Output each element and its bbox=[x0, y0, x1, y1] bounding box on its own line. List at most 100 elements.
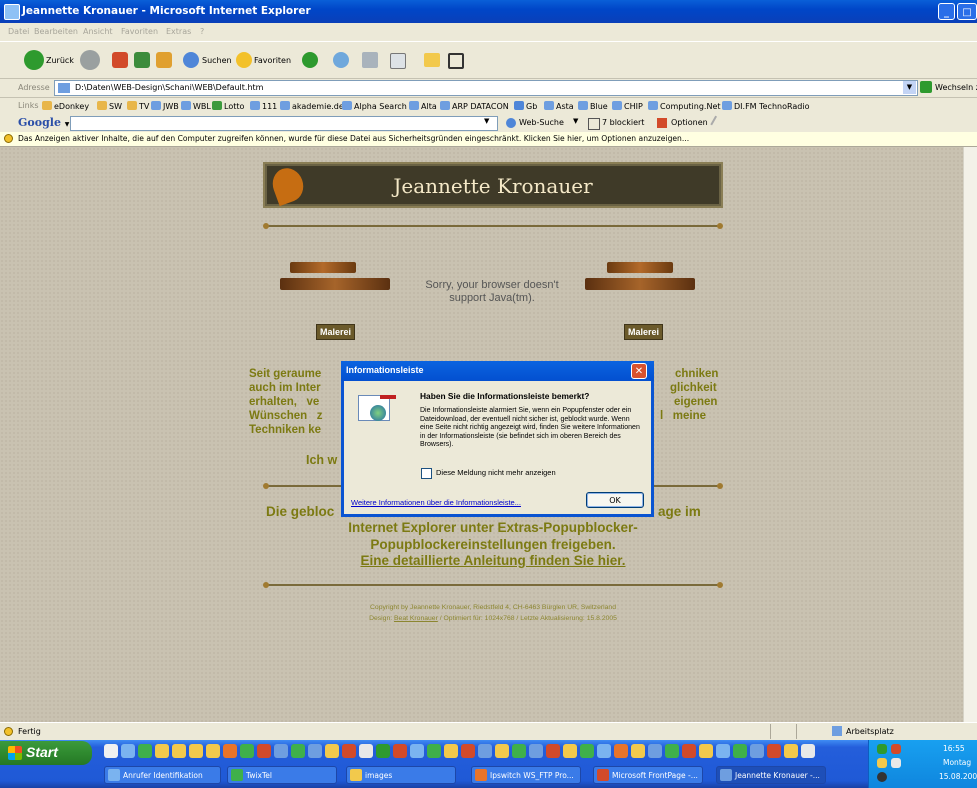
menu-datei[interactable]: Datei bbox=[8, 27, 29, 36]
menu-extras[interactable]: Extras bbox=[166, 27, 191, 36]
quick-launch-icon-2[interactable] bbox=[121, 744, 135, 758]
quick-launch-icon-8[interactable] bbox=[223, 744, 237, 758]
menu-favoriten[interactable]: Favoriten bbox=[121, 27, 158, 36]
quick-launch-icon-26[interactable] bbox=[529, 744, 543, 758]
dont-show-again-checkbox[interactable] bbox=[421, 468, 432, 479]
window-title-bar[interactable]: Jeannette Kronauer - Microsoft Internet … bbox=[0, 0, 977, 23]
minimize-button[interactable]: _ bbox=[938, 3, 955, 20]
quick-launch-icon-27[interactable] bbox=[546, 744, 560, 758]
quick-launch-icon-31[interactable] bbox=[614, 744, 628, 758]
quick-launch-icon-25[interactable] bbox=[512, 744, 526, 758]
history-icon[interactable] bbox=[302, 52, 318, 68]
quick-launch-icon-12[interactable] bbox=[291, 744, 305, 758]
quick-launch-icon-23[interactable] bbox=[478, 744, 492, 758]
link-alpha-search[interactable]: Alpha Search bbox=[342, 101, 407, 111]
quick-launch-icon-29[interactable] bbox=[580, 744, 594, 758]
quick-launch-icon-38[interactable] bbox=[733, 744, 747, 758]
forward-arrow-icon[interactable] bbox=[80, 50, 100, 70]
link-asta[interactable]: Asta bbox=[544, 101, 574, 111]
link-computing-net[interactable]: Computing.Net bbox=[648, 101, 721, 111]
link-sw[interactable]: SW bbox=[97, 101, 122, 111]
link-gb[interactable]: Gb bbox=[514, 101, 537, 111]
google-logo[interactable]: Google ▼ bbox=[18, 116, 69, 129]
taskbar-item-frontpage[interactable]: Microsoft FrontPage -... bbox=[593, 766, 703, 784]
link-blue[interactable]: Blue bbox=[578, 101, 608, 111]
link-akademie[interactable]: akademie.de bbox=[280, 101, 344, 111]
pen-icon[interactable] bbox=[710, 115, 726, 131]
web-search-button[interactable]: Web-Suche bbox=[519, 118, 564, 127]
quick-launch-icon-21[interactable] bbox=[444, 744, 458, 758]
quick-launch-icon-9[interactable] bbox=[240, 744, 254, 758]
malerei-button-left[interactable]: Malerei bbox=[316, 324, 356, 340]
quick-launch-icon-14[interactable] bbox=[325, 744, 339, 758]
quick-launch-icon-7[interactable] bbox=[206, 744, 220, 758]
link-difm[interactable]: DI.FM TechnoRadio bbox=[722, 101, 809, 111]
quick-launch-icon-16[interactable] bbox=[359, 744, 373, 758]
quick-launch-icon-30[interactable] bbox=[597, 744, 611, 758]
taskbar-item-images[interactable]: images bbox=[346, 766, 456, 784]
tray-icon-1[interactable] bbox=[877, 744, 887, 754]
dialog-title-bar[interactable]: Informationsleiste ✕ bbox=[341, 361, 654, 381]
tray-icon-3[interactable] bbox=[877, 758, 887, 768]
messenger-icon[interactable] bbox=[448, 53, 464, 69]
back-button-label[interactable]: Zurück bbox=[46, 56, 74, 65]
print-icon[interactable] bbox=[362, 52, 378, 68]
tray-icon-4[interactable] bbox=[891, 758, 901, 768]
address-dropdown-icon[interactable]: ▼ bbox=[903, 81, 916, 94]
quick-launch-icon-35[interactable] bbox=[682, 744, 696, 758]
quick-launch-icon-11[interactable] bbox=[274, 744, 288, 758]
quick-launch-icon-34[interactable] bbox=[665, 744, 679, 758]
popup-blocked-count[interactable]: 7 blockiert bbox=[602, 118, 644, 127]
instructions-link[interactable]: Eine detaillierte Anleitung finden Sie h… bbox=[283, 553, 703, 568]
back-arrow-icon[interactable] bbox=[24, 50, 44, 70]
link-tv[interactable]: TV bbox=[127, 101, 149, 111]
taskbar-item-twixtel[interactable]: TwixTel bbox=[227, 766, 337, 784]
quick-launch-icon-40[interactable] bbox=[767, 744, 781, 758]
menu-bearbeiten[interactable]: Bearbeiten bbox=[34, 27, 78, 36]
link-111[interactable]: 111 bbox=[250, 101, 277, 111]
quick-launch-icon-20[interactable] bbox=[427, 744, 441, 758]
link-jwb[interactable]: JWB bbox=[151, 101, 179, 111]
taskbar-item-ws-ftp[interactable]: Ipswitch WS_FTP Pro... bbox=[471, 766, 581, 784]
quick-launch-icon-24[interactable] bbox=[495, 744, 509, 758]
google-options-button[interactable]: Optionen bbox=[671, 118, 708, 127]
go-arrow-icon[interactable] bbox=[920, 81, 932, 93]
malerei-button-right[interactable]: Malerei bbox=[624, 324, 664, 340]
link-wbl[interactable]: WBL bbox=[181, 101, 211, 111]
quick-launch-icon-37[interactable] bbox=[716, 744, 730, 758]
information-bar[interactable]: Das Anzeigen aktiver Inhalte, die auf de… bbox=[0, 132, 977, 147]
vertical-scrollbar[interactable] bbox=[963, 147, 977, 722]
quick-launch-icon-4[interactable] bbox=[155, 744, 169, 758]
favorites-button-label[interactable]: Favoriten bbox=[254, 56, 291, 65]
quick-launch-icon-15[interactable] bbox=[342, 744, 356, 758]
maximize-button[interactable]: □ bbox=[957, 3, 977, 20]
dont-show-again-label[interactable]: Diese Meldung nicht mehr anzeigen bbox=[436, 468, 556, 477]
quick-launch-icon-6[interactable] bbox=[189, 744, 203, 758]
menu-help[interactable]: ? bbox=[200, 27, 204, 36]
favorites-star-icon[interactable] bbox=[236, 52, 252, 68]
search-icon[interactable] bbox=[183, 52, 199, 68]
quick-launch-icon-13[interactable] bbox=[308, 744, 322, 758]
edit-icon[interactable] bbox=[390, 53, 406, 69]
tray-icon-2[interactable] bbox=[891, 744, 901, 754]
quick-launch-icon-36[interactable] bbox=[699, 744, 713, 758]
google-search-input[interactable] bbox=[70, 116, 498, 131]
quick-launch-icon-1[interactable] bbox=[104, 744, 118, 758]
quick-launch-icon-42[interactable] bbox=[801, 744, 815, 758]
link-alta[interactable]: Alta bbox=[409, 101, 437, 111]
link-chip[interactable]: CHIP bbox=[612, 101, 643, 111]
folder-icon[interactable] bbox=[424, 53, 440, 67]
search-button-label[interactable]: Suchen bbox=[202, 56, 232, 65]
web-search-dropdown-icon[interactable]: ▼ bbox=[573, 117, 578, 125]
go-button-label[interactable]: Wechseln z bbox=[935, 83, 977, 92]
quick-launch-icon-3[interactable] bbox=[138, 744, 152, 758]
quick-launch-icon-33[interactable] bbox=[648, 744, 662, 758]
home-icon[interactable] bbox=[156, 52, 172, 68]
refresh-icon[interactable] bbox=[134, 52, 150, 68]
ok-button[interactable]: OK bbox=[586, 492, 644, 508]
dialog-close-button[interactable]: ✕ bbox=[631, 363, 647, 379]
google-dropdown-icon[interactable]: ▼ bbox=[484, 117, 489, 125]
link-arp-datacon[interactable]: ARP DATACON bbox=[440, 101, 509, 111]
quick-launch-icon-28[interactable] bbox=[563, 744, 577, 758]
quick-launch-icon-17[interactable] bbox=[376, 744, 390, 758]
